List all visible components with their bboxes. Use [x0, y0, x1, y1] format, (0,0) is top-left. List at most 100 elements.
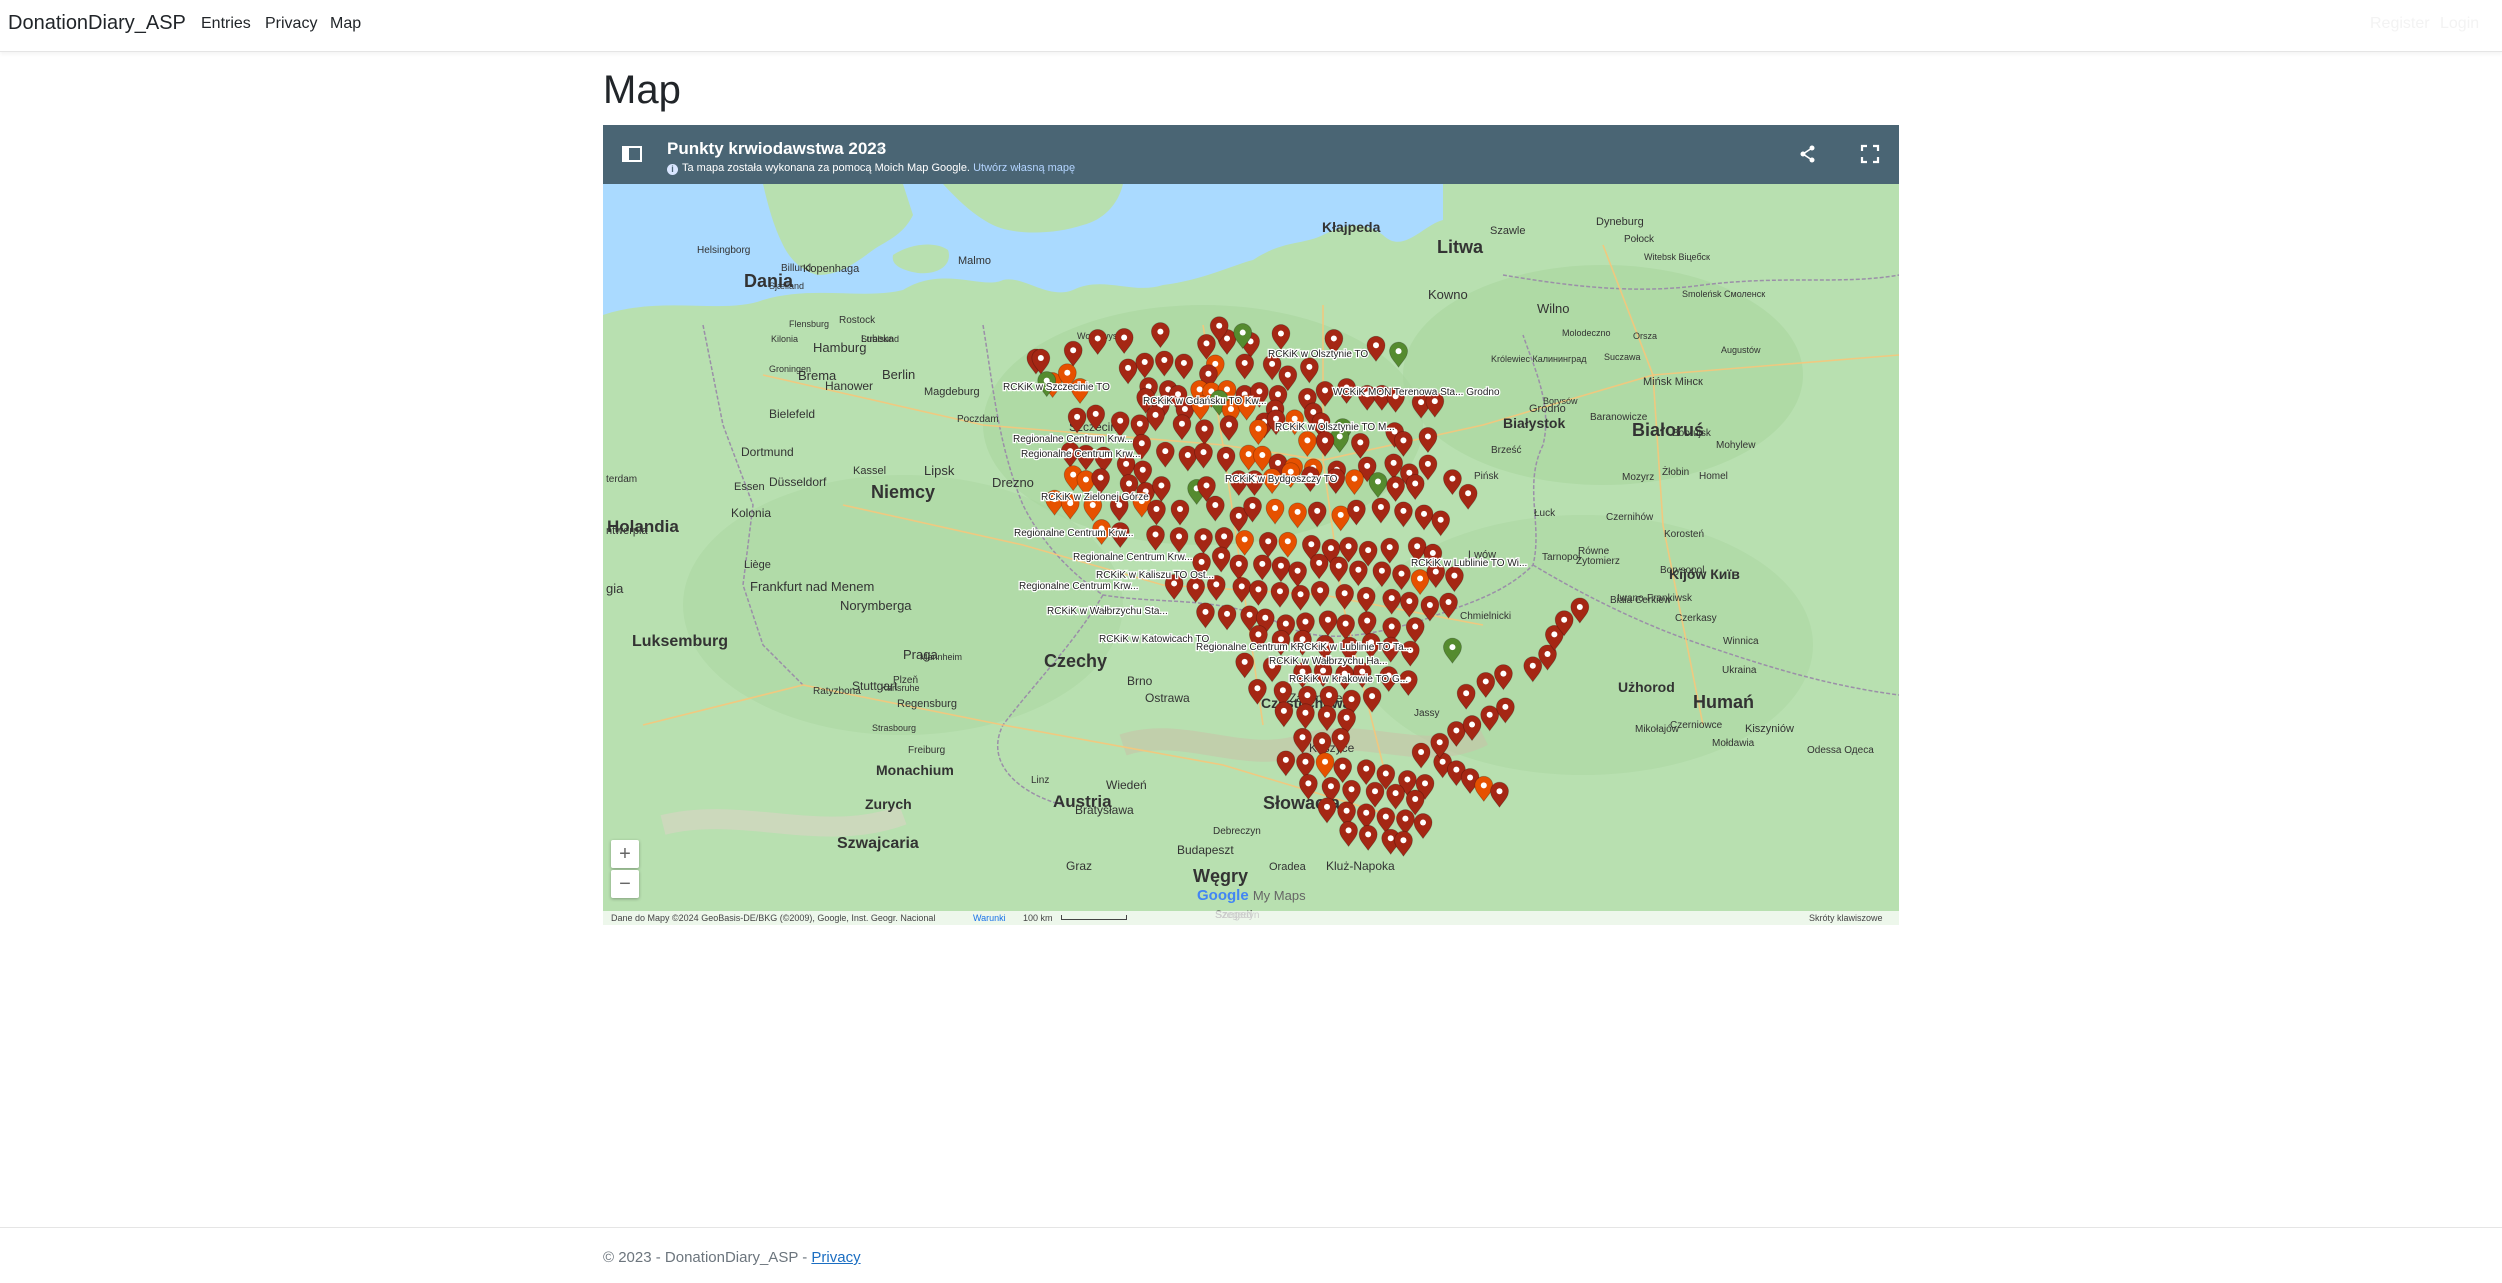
nav-link-login[interactable]: Login: [2440, 15, 2479, 33]
map-label: terdam: [606, 474, 637, 485]
map-label: Mannheim: [920, 652, 962, 662]
map-label: Billund: [781, 263, 811, 274]
copyright-text: © 2023 - DonationDiary_ASP -: [603, 1249, 812, 1266]
marker-label: Regionalne Centrum Krw...: [1013, 434, 1133, 445]
terms-link[interactable]: Warunki: [973, 913, 1006, 923]
legend-toggle-icon[interactable]: [619, 141, 645, 167]
map-label: Norymberga: [840, 598, 912, 613]
map-subtitle: i Ta mapa została wykonana za pomocą Moic…: [667, 162, 1075, 175]
map-canvas[interactable]: HelsingborgKopenhagaMalmoDaniaBillundSjæ…: [603, 125, 1899, 925]
map-label: Iwano-Frankiwsk: [1617, 593, 1693, 604]
footer-text: © 2023 - DonationDiary_ASP - Privacy: [603, 1249, 861, 1266]
map-label: Rostock: [839, 315, 876, 326]
map-label: Kłajpeda: [1322, 219, 1381, 235]
nav-link-map[interactable]: Map: [330, 15, 361, 33]
map-label: Hanower: [825, 379, 873, 393]
map-label: Litwa: [1437, 237, 1484, 257]
map-label: Brno: [1127, 674, 1153, 688]
google-my-map-embed[interactable]: Helsingborg Kopenhaga Malmo Dania Billund Sjæ…: [603, 125, 1899, 925]
map-label: Węgry: [1193, 866, 1248, 886]
map-label: Niemcy: [871, 482, 935, 502]
map-label: Ostrawa: [1145, 691, 1190, 705]
scale-bar: [1061, 915, 1127, 920]
map-label: Stralsund: [861, 334, 899, 344]
map-label: Suczawa: [1604, 352, 1641, 362]
map-label: Chmielnicki: [1460, 611, 1511, 622]
map-label: Humań: [1693, 692, 1754, 712]
map-label: Düsseldorf: [769, 475, 827, 489]
nav-link-privacy[interactable]: Privacy: [265, 15, 317, 33]
map-label: Szawle: [1490, 225, 1525, 237]
map-label: Czerkasy: [1675, 613, 1717, 624]
map-label: Czechy: [1044, 651, 1107, 671]
map-label: Dyneburg: [1596, 216, 1644, 228]
map-label: Regensburg: [897, 698, 957, 710]
map-label: Królewiec Калининград: [1491, 354, 1587, 364]
marker-label: RCKiK w Szczecinie TO: [1003, 382, 1110, 393]
marker-label: RCKiK w Gdańsku TO Kw...: [1143, 396, 1267, 407]
map-attribution: Dane do Mapy ©2024 GeoBasis-DE/BKG (©200…: [611, 913, 936, 923]
map-label: Mińsk Мінск: [1643, 376, 1703, 388]
map-label: Żytomierz: [1576, 554, 1620, 567]
map-label: Flensburg: [789, 319, 829, 329]
map-label: Zurych: [865, 796, 912, 812]
marker-label: RCKiK w Kaliszu TO Ost...: [1096, 570, 1214, 581]
zoom-in-button[interactable]: +: [611, 840, 639, 868]
map-label: Mołdawia: [1712, 738, 1755, 749]
map-label: Czernihów: [1606, 512, 1654, 523]
map-label: Użhorod: [1618, 679, 1675, 695]
map-label: Essen: [734, 481, 765, 493]
map-label: Helsingborg: [697, 245, 750, 256]
top-navbar: DonationDiary_ASP Entries Privacy Map Re…: [0, 0, 2502, 52]
map-label: Dortmund: [741, 445, 794, 459]
map-label: Strasbourg: [872, 723, 916, 733]
map-label: Winnica: [1723, 636, 1759, 647]
map-label: Homel: [1699, 471, 1728, 482]
page-title: Map: [603, 68, 681, 112]
map-label: Sjælland: [769, 281, 804, 291]
map-label: Kiszyniów: [1745, 723, 1794, 735]
marker-label: RCKiK w Olsztynie TO M...: [1275, 422, 1395, 433]
nav-link-entries[interactable]: Entries: [201, 15, 251, 33]
brand-link[interactable]: DonationDiary_ASP: [8, 12, 186, 35]
footer-privacy-link[interactable]: Privacy: [811, 1249, 860, 1266]
create-map-link[interactable]: Utwórz własną mapę: [973, 162, 1075, 174]
map-label: Borysów: [1543, 396, 1578, 406]
map-label: Poczdam: [957, 414, 999, 425]
marker-label: RCKiK w Katowicach TO: [1099, 634, 1209, 645]
marker-label: WCKiK MON Terenowa Sta... Grodno: [1333, 387, 1500, 398]
map-label: Tarnopol: [1542, 552, 1580, 563]
marker-label: RCKiK w Zielonej Górze: [1041, 492, 1149, 503]
map-label: Pińsk: [1474, 471, 1499, 482]
zoom-out-button[interactable]: −: [611, 870, 639, 898]
map-label: Mikołajów: [1635, 724, 1680, 735]
marker-label: RCKiK w Lublinie TO Wi...: [1411, 558, 1527, 569]
map-label: Mohylew: [1716, 440, 1756, 451]
map-label: Kopenhaga: [803, 263, 860, 275]
share-icon[interactable]: [1795, 141, 1821, 167]
info-icon: i: [667, 164, 678, 175]
map-label: Połock: [1624, 234, 1655, 245]
nav-link-register[interactable]: Register: [2370, 15, 2430, 33]
map-label: Łuck: [1534, 508, 1556, 519]
page-footer: © 2023 - DonationDiary_ASP - Privacy: [0, 1227, 2502, 1283]
map-label: Oradea: [1269, 861, 1307, 873]
map-label: Bielefeld: [769, 407, 815, 421]
map-label: Odessa Одеса: [1807, 745, 1874, 756]
map-label: Ukraina: [1722, 665, 1757, 676]
marker-label: RCKiK w Olsztynie TO: [1268, 349, 1368, 360]
star-icon[interactable]: ●: [877, 144, 883, 155]
fullscreen-icon[interactable]: [1857, 141, 1883, 167]
map-label: Karlsruhe: [881, 683, 920, 693]
map-subtitle-text: Ta mapa została wykonana za pomocą Moich…: [682, 162, 970, 174]
map-label: Hamburg: [813, 340, 866, 355]
map-label: Malmo: [958, 255, 991, 267]
map-label: Kowno: [1428, 287, 1468, 302]
map-label: Borysopol: [1660, 565, 1704, 576]
keyboard-shortcuts-link[interactable]: Skróty klawiszowe: [1809, 913, 1883, 923]
map-label: Budapeszt: [1177, 843, 1234, 857]
map-label: Debreczyn: [1213, 826, 1261, 837]
marker-label: RCKiK w Krakowie TO G...: [1289, 674, 1408, 685]
map-label: Białystok: [1503, 415, 1565, 431]
map-label: Żłobin: [1662, 465, 1689, 478]
